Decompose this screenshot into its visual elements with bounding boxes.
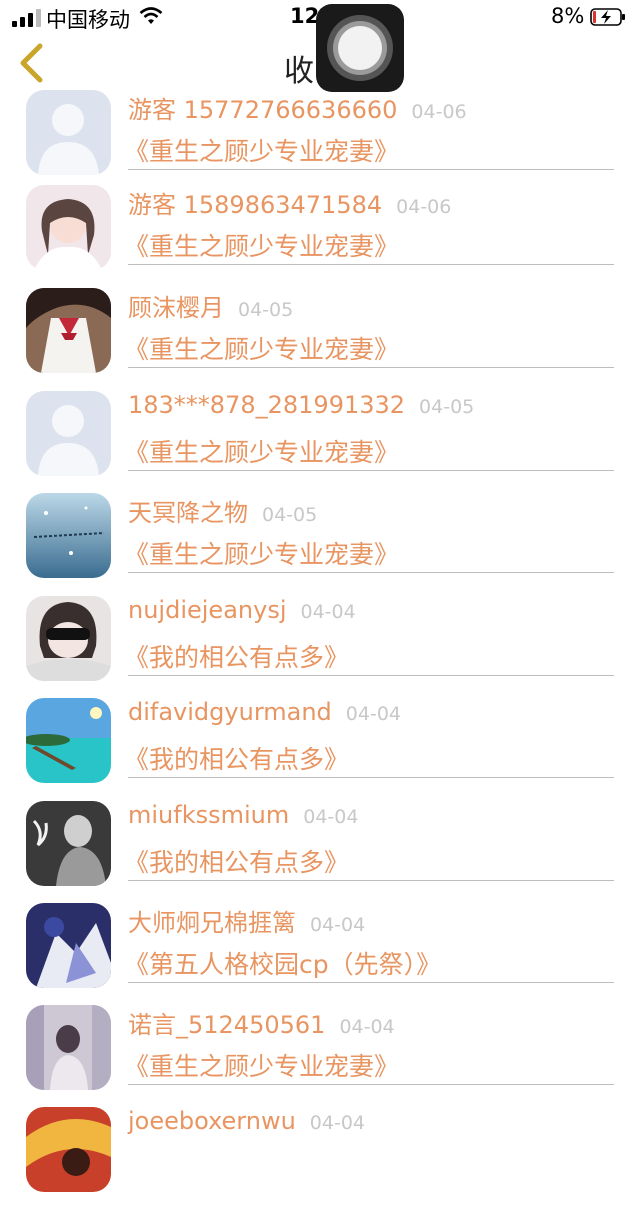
comment-date: 04-04 xyxy=(303,806,359,828)
book-title[interactable]: 《重生之顾少专业宠妻》 xyxy=(124,433,399,469)
battery-icon xyxy=(590,7,626,26)
list-item[interactable]: 天冥降之物 04-05 《重生之顾少专业宠妻》 xyxy=(0,492,640,595)
assistive-touch-button[interactable] xyxy=(316,4,404,92)
user-name: 大师炯兄棉捱篱 04-04 xyxy=(128,909,366,937)
page-title: 收 xyxy=(284,54,314,89)
comment-date: 04-04 xyxy=(345,703,402,725)
carrier-label: 中国移动 xyxy=(46,8,130,32)
list-item[interactable]: 大师炯兄棉捱篱 04-04 《第五人格校园cp（先祭）》 xyxy=(0,902,640,1005)
comment-date: 04-04 xyxy=(339,1016,395,1038)
comment-date: 04-06 xyxy=(411,101,467,123)
avatar[interactable] xyxy=(26,1107,111,1192)
user-name: 游客 15772766636660 04-06 xyxy=(128,96,467,124)
avatar[interactable] xyxy=(26,903,111,988)
wifi-icon xyxy=(139,6,163,31)
divider xyxy=(128,675,614,676)
avatar[interactable] xyxy=(26,288,111,373)
list-item[interactable]: 诺言_512450561 04-04 《重生之顾少专业宠妻》 xyxy=(0,1004,640,1107)
user-name: miufkssmium 04-04 xyxy=(128,801,359,829)
divider xyxy=(128,264,614,265)
divider xyxy=(128,880,614,881)
book-title[interactable]: 《重生之顾少专业宠妻》 xyxy=(124,535,399,571)
book-title[interactable]: 《我的相公有点多》 xyxy=(124,740,349,776)
avatar[interactable] xyxy=(26,185,111,270)
clock: 12 xyxy=(290,4,320,28)
divider xyxy=(128,1084,614,1085)
book-title[interactable]: 《重生之顾少专业宠妻》 xyxy=(124,227,399,263)
comment-date: 04-05 xyxy=(419,396,475,418)
comment-date: 04-04 xyxy=(310,914,366,936)
list-item[interactable]: 顾沫樱月 04-05 《重生之顾少专业宠妻》 xyxy=(0,287,640,390)
avatar[interactable] xyxy=(26,596,111,681)
user-name: nujdiejeanysj 04-04 xyxy=(128,596,356,624)
divider xyxy=(128,470,614,471)
user-name: 顾沫樱月 04-05 xyxy=(128,294,294,322)
book-title[interactable]: 《重生之顾少专业宠妻》 xyxy=(124,1047,399,1083)
book-title[interactable]: 《我的相公有点多》 xyxy=(124,843,349,879)
divider xyxy=(128,777,614,778)
chevron-left-icon xyxy=(20,43,43,83)
list-item[interactable]: difavidgyurmand 04-04 《我的相公有点多》 xyxy=(0,697,640,800)
book-title[interactable]: 《重生之顾少专业宠妻》 xyxy=(124,330,399,366)
avatar[interactable] xyxy=(26,1005,111,1090)
list-item[interactable]: joeeboxernwu 04-04 xyxy=(0,1106,640,1209)
list-item[interactable]: 游客 1589863471584 04-06 《重生之顾少专业宠妻》 xyxy=(0,184,640,287)
comment-date: 04-04 xyxy=(309,1112,366,1134)
list-item[interactable]: 183***878_281991332 04-05 《重生之顾少专业宠妻》 xyxy=(0,390,640,493)
list-item[interactable]: nujdiejeanysj 04-04 《我的相公有点多》 xyxy=(0,595,640,698)
book-title[interactable]: 《重生之顾少专业宠妻》 xyxy=(124,132,399,168)
divider xyxy=(128,169,614,170)
user-name: difavidgyurmand 04-04 xyxy=(128,698,402,726)
signal-icon xyxy=(12,9,41,27)
avatar[interactable] xyxy=(26,698,111,783)
divider xyxy=(128,367,614,368)
user-name: 游客 1589863471584 04-06 xyxy=(128,191,452,219)
book-title[interactable]: 《我的相公有点多》 xyxy=(124,638,349,674)
comment-date: 04-04 xyxy=(300,601,356,623)
avatar[interactable] xyxy=(26,90,111,175)
divider xyxy=(128,982,614,983)
battery-percent: 8% xyxy=(551,4,585,28)
list-item[interactable]: 游客 15772766636660 04-06 《重生之顾少专业宠妻》 xyxy=(0,89,640,192)
user-name: 天冥降之物 04-05 xyxy=(128,499,318,527)
avatar[interactable] xyxy=(26,391,111,476)
book-title[interactable]: 《第五人格校园cp（先祭）》 xyxy=(124,945,441,981)
comment-date: 04-06 xyxy=(396,196,452,218)
user-name: 183***878_281991332 04-05 xyxy=(128,391,475,419)
avatar[interactable] xyxy=(26,801,111,886)
avatar[interactable] xyxy=(26,493,111,578)
back-button[interactable] xyxy=(14,40,50,86)
user-name: 诺言_512450561 04-04 xyxy=(128,1011,395,1039)
divider xyxy=(128,572,614,573)
user-name: joeeboxernwu 04-04 xyxy=(128,1107,366,1135)
comment-date: 04-05 xyxy=(238,299,294,321)
list-item[interactable]: miufkssmium 04-04 《我的相公有点多》 xyxy=(0,800,640,903)
comment-date: 04-05 xyxy=(262,504,318,526)
